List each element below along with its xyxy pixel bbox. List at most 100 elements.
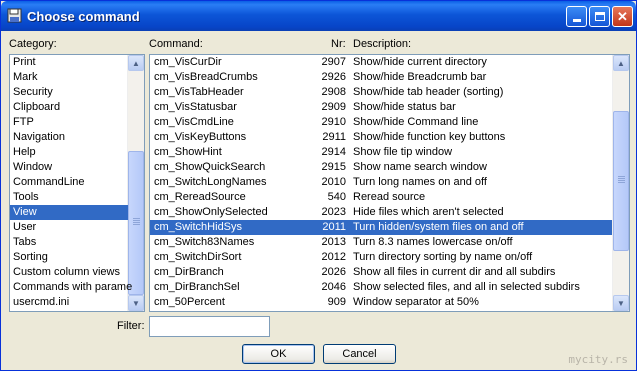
command-name: cm_ShowOnlySelected (154, 206, 268, 218)
command-number: 909 (327, 296, 346, 308)
arrow-down-icon: ▼ (132, 298, 140, 308)
command-name: cm_50Percent (154, 296, 225, 308)
command-row[interactable]: cm_SwitchHidSys 2011 Turn hidden/system fi… (150, 220, 612, 235)
cancel-button[interactable]: Cancel (323, 344, 396, 364)
command-row[interactable]: cm_ShowHint 2914 Show file tip window (150, 145, 612, 160)
category-item[interactable]: Custom column views (10, 265, 128, 280)
filter-input[interactable] (149, 316, 270, 337)
floppy-disk-icon (7, 8, 22, 23)
command-description: Hide files which aren't selected (353, 206, 504, 218)
watermark: mycity.rs (568, 353, 628, 366)
command-row[interactable]: cm_50Percent 909 Window separator at 50% (150, 295, 612, 310)
category-item[interactable]: usercmd.ini (10, 295, 128, 310)
command-row[interactable]: cm_ShowQuickSearch 2915 Show name search w… (150, 160, 612, 175)
category-list[interactable]: ▲ ▼ Print Mark Security Clipboard FTP Navigat… (9, 54, 145, 312)
command-name: cm_SwitchHidSys (154, 221, 243, 233)
close-button[interactable]: ✕ (612, 6, 633, 27)
minimize-button[interactable] (566, 6, 587, 27)
command-name: cm_DirBranchSel (154, 281, 240, 293)
category-item[interactable]: User (10, 220, 128, 235)
category-item[interactable]: Tabs (10, 235, 128, 250)
command-list[interactable]: ▲ ▼ cm_VisCurDir 2907 Show/hide current di… (149, 54, 630, 312)
arrow-up-icon: ▲ (132, 58, 140, 68)
command-description: Show/hide tab header (sorting) (353, 86, 504, 98)
command-description: Turn hidden/system files on and off (353, 221, 524, 233)
command-scrollbar[interactable]: ▲ ▼ (612, 55, 629, 311)
command-name: cm_SwitchLongNames (154, 176, 267, 188)
command-row[interactable]: cm_VisTabHeader 2908 Show/hide tab header … (150, 85, 612, 100)
category-item[interactable]: Window (10, 160, 128, 175)
command-number: 2907 (321, 56, 346, 68)
command-description: Turn directory sorting by name on/off (353, 251, 533, 263)
command-name: cm_DirBranch (154, 266, 224, 278)
category-item[interactable]: CommandLine (10, 175, 128, 190)
command-number: 2023 (321, 206, 346, 218)
command-description: Show file tip window (353, 146, 453, 158)
category-item[interactable]: Clipboard (10, 100, 128, 115)
category-item[interactable]: Security (10, 85, 128, 100)
nr-column-header: Nr: (331, 38, 346, 50)
command-description: Show all files in current dir and all su… (353, 266, 556, 278)
scroll-up-button[interactable]: ▲ (128, 55, 144, 71)
command-row[interactable]: cm_Switch83Names 2013 Turn 8.3 names lower… (150, 235, 612, 250)
command-row[interactable]: cm_DirBranchSel 2046 Show selected files, … (150, 280, 612, 295)
command-name: cm_VisKeyButtons (154, 131, 247, 143)
command-description: Reread source (353, 191, 426, 203)
command-description: Show/hide status bar (353, 101, 456, 113)
command-row[interactable]: cm_VisStatusbar 2909 Show/hide status bar (150, 100, 612, 115)
command-column-header: Command: (149, 38, 203, 50)
ok-button[interactable]: OK (242, 344, 315, 364)
command-number: 2026 (321, 266, 346, 278)
command-row[interactable]: cm_ShowOnlySelected 2023 Hide files which … (150, 205, 612, 220)
command-description: Show/hide function key buttons (353, 131, 506, 143)
category-item[interactable]: FTP (10, 115, 128, 130)
command-description: Window separator at 50% (353, 296, 479, 308)
scroll-thumb[interactable] (613, 111, 629, 251)
command-name: cm_VisBreadCrumbs (154, 71, 258, 83)
command-description: Turn 8.3 names lowercase on/off (353, 236, 513, 248)
choose-command-dialog: Choose command ✕ Category: Command: Nr: … (0, 0, 637, 371)
command-number: 2010 (321, 176, 346, 188)
category-item[interactable]: Print (10, 55, 128, 70)
category-item[interactable]: Tools (10, 190, 128, 205)
command-name: cm_ShowQuickSearch (154, 161, 266, 173)
command-number: 540 (327, 191, 346, 203)
category-label: Category: (9, 38, 57, 50)
command-name: cm_SwitchDirSort (154, 251, 242, 263)
command-name: cm_Switch83Names (154, 236, 255, 248)
category-item[interactable]: View (10, 205, 128, 220)
command-row[interactable]: cm_VisCmdLine 2910 Show/hide Command line (150, 115, 612, 130)
command-row[interactable]: cm_VisBreadCrumbs 2926 Show/hide Breadcrum… (150, 70, 612, 85)
scroll-thumb[interactable] (128, 151, 144, 295)
command-description: Show/hide current directory (353, 56, 487, 68)
command-description: Show/hide Breadcrumb bar (353, 71, 487, 83)
category-item[interactable]: Sorting (10, 250, 128, 265)
command-name: cm_ShowHint (154, 146, 222, 158)
command-row[interactable]: cm_SwitchDirSort 2012 Turn directory sorti… (150, 250, 612, 265)
command-row[interactable]: cm_SwitchLongNames 2010 Turn long names on… (150, 175, 612, 190)
category-item[interactable]: Mark (10, 70, 128, 85)
category-item[interactable]: Navigation (10, 130, 128, 145)
maximize-button[interactable] (589, 6, 610, 27)
command-row[interactable]: cm_RereadSource 540 Reread source (150, 190, 612, 205)
scroll-up-button[interactable]: ▲ (613, 55, 629, 71)
command-number: 2910 (321, 116, 346, 128)
category-item[interactable]: Help (10, 145, 128, 160)
command-description: Show selected files, and all in selected… (353, 281, 580, 293)
command-number: 2012 (321, 251, 346, 263)
command-name: cm_VisCmdLine (154, 116, 234, 128)
category-item[interactable]: Commands with parame (10, 280, 132, 295)
command-row[interactable]: cm_VisKeyButtons 2911 Show/hide function k… (150, 130, 612, 145)
scroll-down-button[interactable]: ▼ (128, 295, 144, 311)
command-name: cm_VisStatusbar (154, 101, 237, 113)
title-bar[interactable]: Choose command ✕ (1, 1, 636, 31)
category-scrollbar[interactable]: ▲ ▼ (127, 55, 144, 311)
command-number: 2911 (322, 131, 346, 143)
maximize-icon (594, 12, 605, 21)
command-number: 2915 (321, 161, 346, 173)
scroll-down-button[interactable]: ▼ (613, 295, 629, 311)
command-row[interactable]: cm_VisCurDir 2907 Show/hide current direct… (150, 55, 612, 70)
command-name: cm_RereadSource (154, 191, 246, 203)
command-name: cm_VisCurDir (154, 56, 222, 68)
command-row[interactable]: cm_DirBranch 2026 Show all files in curren… (150, 265, 612, 280)
